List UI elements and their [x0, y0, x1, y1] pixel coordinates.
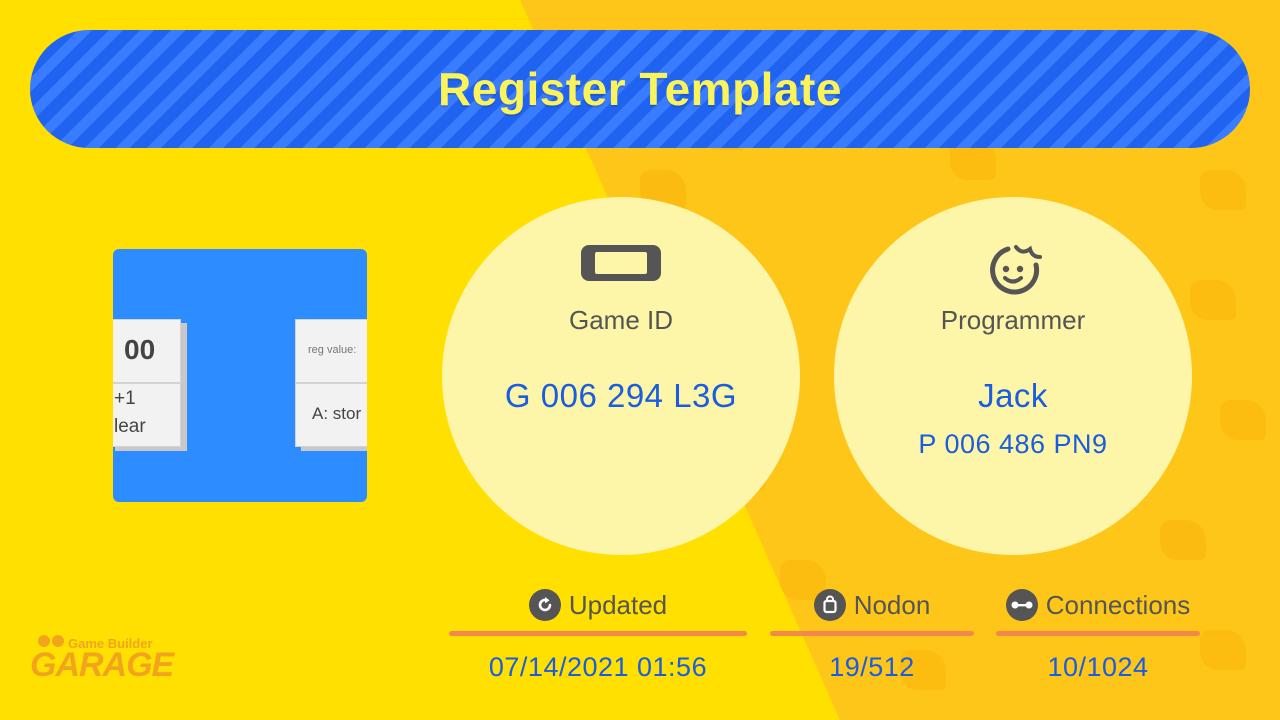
game-id-value: G 006 294 L3G [504, 377, 738, 414]
updated-label: Updated [568, 589, 668, 620]
cube-label: A: stor [312, 404, 362, 423]
nodon-cube: reg value: [295, 319, 367, 383]
connections-label: Connections [1045, 589, 1191, 620]
game-builder-garage-logo: Game Builder GARAGE [30, 634, 174, 684]
bag-icon [813, 589, 846, 621]
connections-stat: Connections 10/1024 [996, 588, 1200, 683]
programmer-name: Jack [978, 377, 1048, 414]
cube-label: lear [114, 416, 146, 437]
nodon-cube: +1 lear [113, 383, 181, 447]
programmer-id: P 006 486 PN9 [918, 429, 1108, 459]
cube-label: 00 [124, 334, 156, 365]
face-icon [984, 243, 1042, 300]
logo-text: GARAGE [30, 646, 174, 684]
page-title: Register Template [438, 63, 842, 115]
divider [449, 631, 747, 636]
nodon-stat: Nodon 19/512 [770, 588, 974, 683]
cube-label: reg value: [308, 344, 357, 356]
nodon-value: 19/512 [829, 652, 915, 682]
nodon-label: Nodon [853, 589, 931, 620]
game-id-panel: Game ID G 006 294 L3G [442, 197, 800, 555]
refresh-icon [528, 589, 561, 621]
updated-value: 07/14/2021 01:56 [488, 652, 708, 682]
updated-stat: Updated 07/14/2021 01:56 [449, 588, 747, 683]
game-thumbnail: 00 +1 lear reg value: A: stor [113, 249, 367, 502]
game-id-label: Game ID [568, 305, 674, 335]
link-icon [1005, 589, 1038, 621]
divider [996, 631, 1200, 636]
title-banner: Register Template [30, 30, 1250, 148]
cube-label: +1 [114, 388, 136, 409]
programmer-label: Programmer [940, 305, 1086, 335]
nodon-cube: 00 [113, 319, 181, 383]
console-icon [579, 243, 663, 288]
divider [770, 631, 974, 636]
nodon-cube: A: stor [295, 383, 367, 447]
connections-value: 10/1024 [1047, 652, 1149, 682]
programmer-panel: Programmer Jack P 006 486 PN9 [834, 197, 1192, 555]
